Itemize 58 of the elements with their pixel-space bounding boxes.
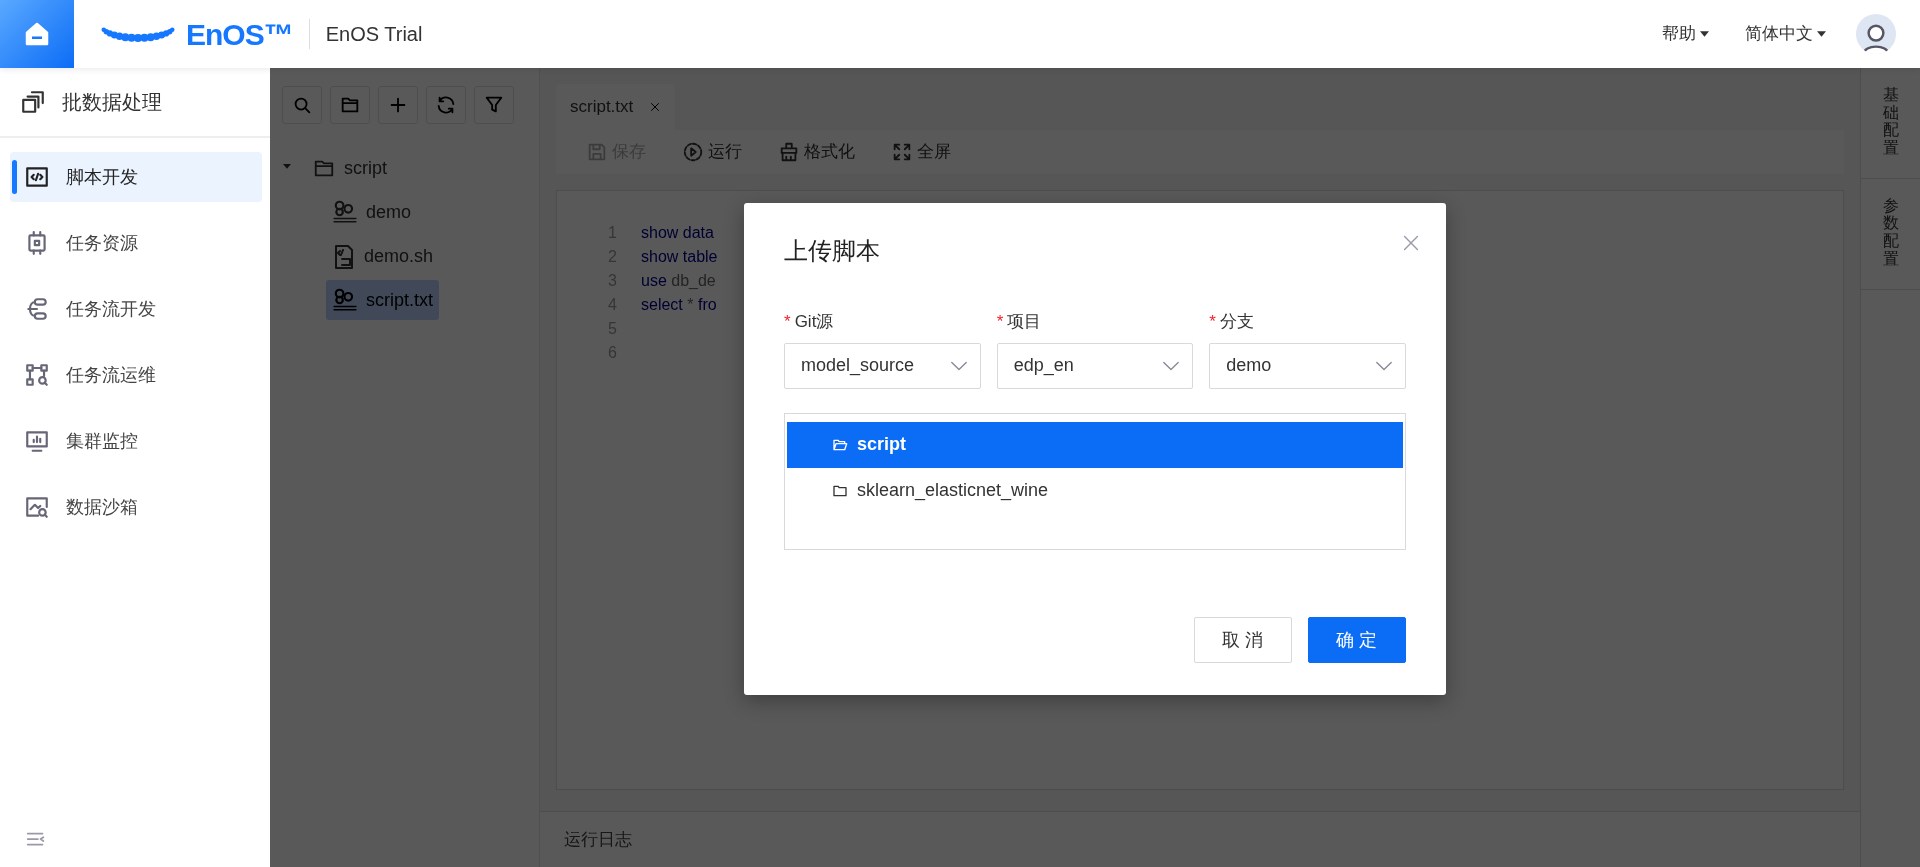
monitor-icon — [24, 428, 50, 454]
sidebar-item[interactable]: 任务流开发 — [10, 284, 262, 334]
search-button[interactable] — [282, 86, 322, 124]
avatar[interactable] — [1856, 14, 1896, 54]
sidebar-item[interactable]: 脚本开发 — [10, 152, 262, 202]
logo-text: EnOS™ — [186, 16, 293, 53]
toolbar-button[interactable]: 运行 — [676, 138, 748, 166]
refresh-button[interactable] — [426, 86, 466, 124]
code-line: select * fro — [640, 294, 717, 315]
caret-down-icon — [1700, 31, 1709, 37]
field-label: * 项目 — [996, 311, 1043, 333]
select-field[interactable]: edp_en — [996, 342, 1194, 389]
stacked-windows-icon — [20, 89, 46, 115]
toolbar-button[interactable]: 格式化 — [772, 138, 861, 166]
select-field[interactable]: demo — [1209, 342, 1406, 389]
flow-icon — [24, 296, 50, 322]
code-line: show data — [640, 222, 714, 243]
image-search-icon — [24, 494, 50, 520]
chevron-down-icon — [1374, 359, 1393, 372]
dialog-title: 上传脚本 — [784, 236, 881, 266]
log-panel-title[interactable]: 运行日志 — [564, 826, 632, 853]
confirm-button[interactable]: 确 定 — [1308, 617, 1406, 663]
file-node[interactable]: demo — [326, 192, 418, 232]
file-node[interactable]: demo.sh — [326, 236, 440, 276]
folder-node[interactable]: script — [306, 148, 393, 188]
sidebar-title: 批数据处理 — [62, 90, 162, 115]
close-icon — [649, 101, 662, 113]
menu-dropdown[interactable]: 帮助 — [1656, 20, 1715, 48]
toolbar-button[interactable]: 全屏 — [885, 138, 957, 166]
sidebar-item[interactable]: 集群监控 — [10, 416, 262, 466]
app-title: EnOS Trial — [308, 19, 423, 49]
close-tab-button[interactable] — [649, 101, 662, 113]
add-button[interactable] — [378, 86, 418, 124]
field-label: * Git源 — [784, 311, 835, 333]
folder-option[interactable]: script — [787, 421, 1403, 468]
caret-down-icon — [1817, 31, 1826, 37]
select-field[interactable]: model_source — [784, 342, 981, 389]
sidebar-item[interactable]: 数据沙箱 — [10, 482, 262, 532]
brush-icon — [778, 140, 800, 163]
hive-file-icon — [332, 287, 358, 313]
node-graph-icon — [24, 362, 50, 388]
hive-file-icon — [332, 199, 358, 225]
field-label: * 分支 — [1209, 311, 1255, 333]
sidebar-item[interactable]: 任务资源 — [10, 218, 262, 268]
chevron-down-icon — [1162, 359, 1181, 372]
code-window-icon — [24, 164, 50, 190]
sidebar-item[interactable]: 任务流运维 — [10, 350, 262, 400]
home-button[interactable] — [0, 0, 74, 68]
chevron-down-icon — [949, 359, 968, 372]
new-folder-button[interactable] — [330, 86, 370, 124]
person-silhouette-icon — [1861, 22, 1891, 54]
code-line: show table — [640, 246, 718, 267]
cancel-button[interactable]: 取 消 — [1194, 617, 1292, 663]
script-file-icon — [332, 243, 356, 269]
refresh-icon — [435, 94, 457, 116]
menu-dropdown[interactable]: 简体中文 — [1739, 20, 1832, 48]
filter-button[interactable] — [474, 86, 514, 124]
play-circle-icon — [682, 140, 704, 163]
